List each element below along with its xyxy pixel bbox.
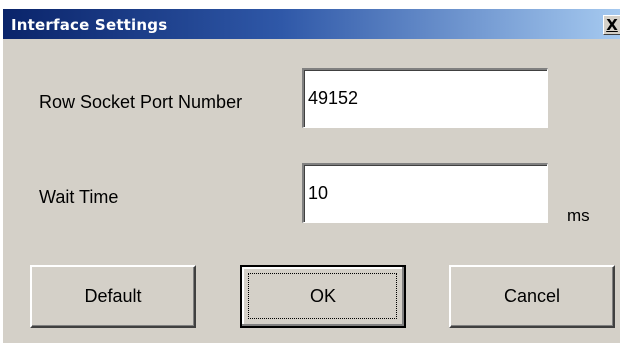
wait-time-input[interactable] xyxy=(302,163,548,223)
port-number-label: Row Socket Port Number xyxy=(39,92,243,112)
interface-settings-dialog: Interface Settings X Row Socket Port Num… xyxy=(2,8,620,343)
cancel-button[interactable]: Cancel xyxy=(449,265,615,328)
wait-time-unit: ms xyxy=(567,206,590,225)
cancel-button-label: Cancel xyxy=(503,286,561,306)
default-button-label: Default xyxy=(84,286,142,306)
ok-button[interactable]: OK xyxy=(240,265,406,328)
close-icon: X xyxy=(606,16,618,34)
title-bar[interactable]: Interface Settings X xyxy=(3,9,620,39)
dialog-title: Interface Settings xyxy=(11,16,168,34)
wait-time-label: Wait Time xyxy=(39,187,119,207)
close-button[interactable]: X xyxy=(603,15,620,35)
ok-button-label: OK xyxy=(309,286,336,306)
default-button[interactable]: Default xyxy=(30,265,196,328)
port-number-input[interactable] xyxy=(302,68,548,128)
